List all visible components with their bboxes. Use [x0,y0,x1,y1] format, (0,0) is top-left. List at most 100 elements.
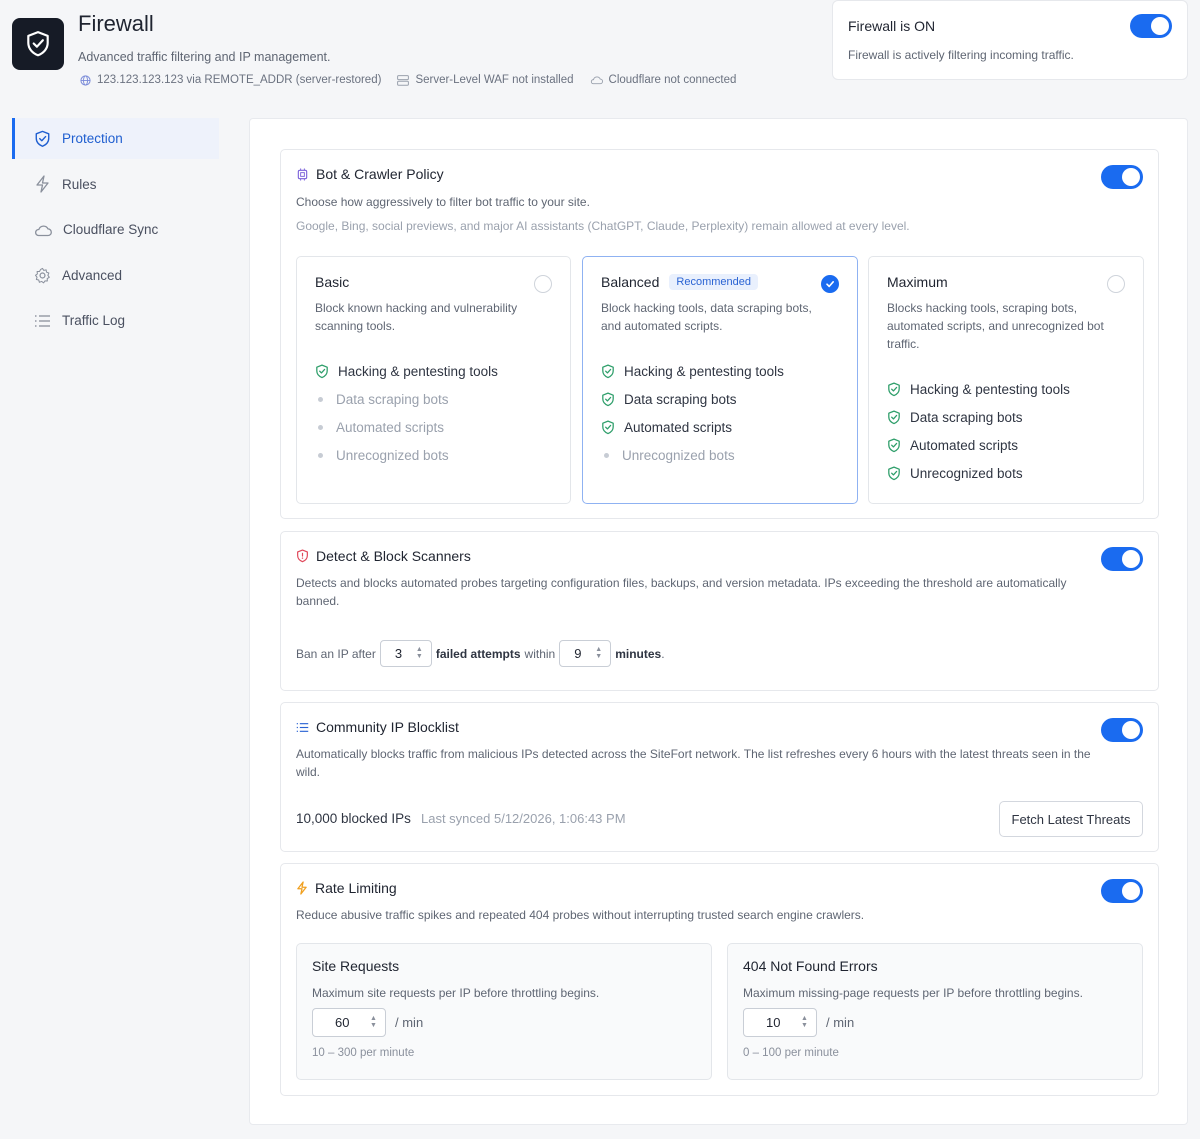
list-item: Data scraping bots [601,386,784,414]
sidebar-item-label: Rules [62,176,97,192]
not-found-range: 0 – 100 per minute [743,1047,839,1059]
site-requests-input-row: 60 ▲ ▼ / min [312,1008,423,1037]
shield-check-icon [35,130,50,147]
feature-label: Automated scripts [336,419,445,435]
within-label: within [524,646,556,661]
minutes-value: 9 [574,646,582,661]
spin-buttons[interactable]: ▲ ▼ [414,646,425,660]
policy-option-basic[interactable]: Basic Block known hacking and vulnerabil… [296,256,571,504]
bot-policy-title: Bot & Crawler Policy [296,166,444,182]
not-found-title: 404 Not Found Errors [743,958,878,974]
feature-label: Data scraping bots [336,392,449,408]
not-found-card: 404 Not Found Errors Maximum missing-pag… [727,943,1143,1080]
rate-limiting-section: Rate Limiting Reduce abusive traffic spi… [280,863,1159,1096]
main-panel: Bot & Crawler Policy Choose how aggressi… [249,118,1188,1125]
policy-description: Blocks hacking tools, scraping bots, aut… [887,301,1104,351]
firewall-status-card: Firewall is ON Firewall is actively filt… [832,0,1188,80]
bot-policy-description: Choose how aggressively to filter bot tr… [296,195,590,209]
site-requests-card: Site Requests Maximum site requests per … [296,943,712,1080]
site-requests-description: Maximum site requests per IP before thro… [312,986,600,1000]
feature-label: Unrecognized bots [910,465,1023,481]
rate-limiting-title: Rate Limiting [296,880,397,896]
minutes-stepper[interactable]: 9 ▲ ▼ [559,640,612,667]
sidebar-item-rules[interactable]: Rules [12,164,219,205]
dot-icon [318,424,323,430]
feature-label: Automated scripts [910,437,1019,453]
shield-alert-icon [297,549,308,563]
policy-radio-maximum[interactable] [1107,275,1125,293]
sidebar-item-cloudflare-sync[interactable]: Cloudflare Sync [12,209,219,250]
blocklist-toggle[interactable] [1101,718,1143,742]
sidebar-item-advanced[interactable]: Advanced [12,255,219,296]
spin-down-icon[interactable]: ▼ [414,653,425,660]
policy-feature-list: Hacking & pentesting tools Data scraping… [315,358,498,469]
cloudflare-status-text: Cloudflare not connected [608,74,737,86]
fetch-latest-threats-button[interactable]: Fetch Latest Threats [999,801,1143,837]
policy-radio-balanced[interactable] [821,275,839,293]
list-item: Automated scripts [887,432,1070,460]
policy-option-balanced[interactable]: Balanced Recommended Block hacking tools… [582,256,858,504]
dot-icon [318,397,323,403]
site-requests-range: 10 – 300 per minute [312,1047,415,1059]
feature-label: Data scraping bots [624,392,737,408]
list-icon [296,722,309,732]
site-requests-title: Site Requests [312,958,400,974]
shield-check-icon [27,31,49,57]
spin-down-icon[interactable]: ▼ [799,1022,810,1029]
waf-status-text: Server-Level WAF not installed [415,74,574,86]
policy-radio-basic[interactable] [534,275,552,293]
blocklist-section: Community IP Blocklist Automatically blo… [280,702,1159,852]
dot-icon [318,452,323,458]
rate-limiting-toggle[interactable] [1101,879,1143,903]
spin-down-icon[interactable]: ▼ [368,1022,379,1029]
firewall-toggle[interactable] [1130,14,1172,38]
site-requests-value: 60 [335,1015,350,1030]
feature-label: Unrecognized bots [622,447,735,463]
scanners-section: Detect & Block Scanners Detects and bloc… [280,531,1159,691]
not-found-input-row: 10 ▲ ▼ / min [743,1008,854,1037]
spin-buttons[interactable]: ▲ ▼ [799,1015,810,1029]
spin-down-icon[interactable]: ▼ [593,653,604,660]
list-item: Data scraping bots [887,404,1070,432]
list-item: Unrecognized bots [601,441,784,469]
failed-attempts-label: failed attempts [435,646,521,661]
scanners-title: Detect & Block Scanners [296,548,471,564]
list-item: Data scraping bots [315,386,498,414]
bot-policy-toggle[interactable] [1101,165,1143,189]
policy-feature-list: Hacking & pentesting tools Data scraping… [887,376,1070,487]
sidebar-item-protection[interactable]: Protection [12,118,219,159]
sidebar-item-label: Traffic Log [62,313,126,328]
check-icon [826,281,834,288]
not-found-stepper[interactable]: 10 ▲ ▼ [743,1008,817,1037]
policy-option-maximum[interactable]: Maximum Blocks hacking tools, scraping b… [868,256,1144,504]
minutes-label: minutes [615,646,662,661]
lightning-icon [36,175,49,193]
shield-check-icon [602,364,614,379]
cloudflare-status: Cloudflare not connected [590,74,737,86]
list-icon [35,314,50,327]
scanners-toggle[interactable] [1101,547,1143,571]
spin-buttons[interactable]: ▲ ▼ [368,1015,379,1029]
bot-policy-title-text: Bot & Crawler Policy [316,166,444,182]
spin-buttons[interactable]: ▲ ▼ [593,646,604,660]
failed-attempts-stepper[interactable]: 3 ▲ ▼ [379,640,432,667]
site-requests-stepper[interactable]: 60 ▲ ▼ [312,1008,386,1037]
blocked-count: 10,000 blocked IPs [296,811,411,826]
list-item: Unrecognized bots [887,459,1070,487]
feature-label: Data scraping bots [910,410,1023,426]
chip-icon [297,167,308,181]
dot-icon [604,452,609,458]
policy-feature-list: Hacking & pentesting tools Data scraping… [601,358,784,469]
blocklist-title: Community IP Blocklist [296,719,459,735]
shield-check-icon [602,420,614,435]
list-item: Unrecognized bots [315,441,498,469]
list-item: Automated scripts [315,414,498,442]
feature-label: Unrecognized bots [336,447,449,463]
sidebar-item-label: Protection [62,131,123,146]
sidebar: Protection Rules Cloudflare Sync Advance… [12,118,219,346]
failed-attempts-value: 3 [394,646,403,661]
policy-name: Maximum [887,274,948,290]
sidebar-item-traffic-log[interactable]: Traffic Log [12,300,219,341]
blocklist-description: Automatically blocks traffic from malici… [296,747,1091,779]
policy-name-text: Basic [315,274,350,290]
